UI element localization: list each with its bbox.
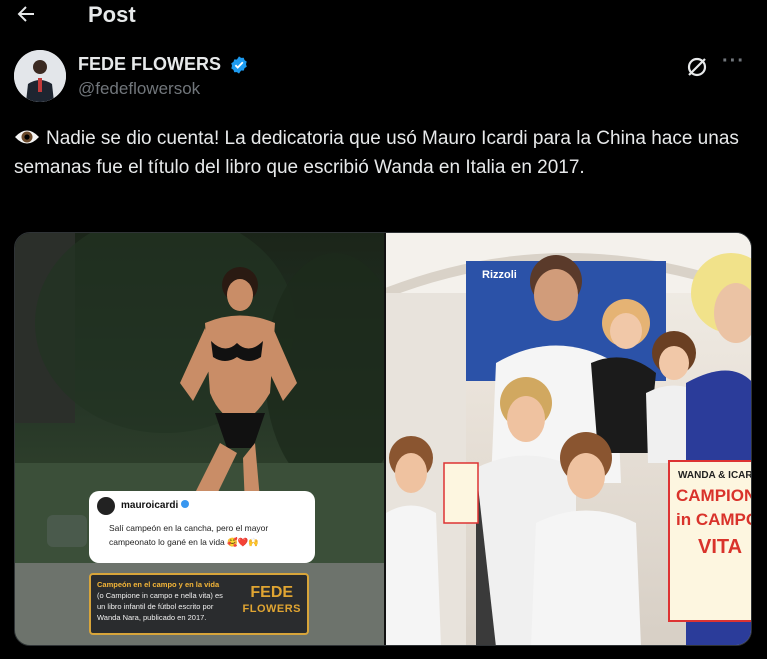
post-text: Nadie se dio cuenta! La dedicatoria que … xyxy=(14,128,739,178)
avatar[interactable] xyxy=(14,50,66,102)
ig-verified-icon xyxy=(181,500,190,508)
caption-text: Campeón en el campo y en la vida (o Camp… xyxy=(97,579,227,623)
more-icon: ··· xyxy=(722,50,745,72)
rizzoli-sign: Rizzoli xyxy=(482,269,517,281)
ig-avatar xyxy=(97,497,115,515)
ig-comment-text: Salí campeón en la cancha, pero el mayor… xyxy=(109,523,269,547)
author-handle[interactable]: @fedeflowersok xyxy=(78,79,249,99)
page-title: Post xyxy=(88,2,136,27)
book-author-line: WANDA & ICARDI xyxy=(678,470,752,481)
grok-button[interactable] xyxy=(684,54,710,80)
arrow-left-icon xyxy=(17,6,34,22)
image-caption-card: Campeón en el campo y en la vida (o Camp… xyxy=(89,573,309,635)
post-media[interactable]: mauroicardi Salí campeón en la cancha, p… xyxy=(14,232,752,646)
author-display-name[interactable]: FEDE FLOWERS xyxy=(78,54,221,75)
book-title-sub: in CAMPO xyxy=(676,510,752,529)
eye-emoji-icon xyxy=(15,130,39,144)
top-bar: Post xyxy=(0,0,767,30)
media-image-left[interactable]: mauroicardi Salí campeón en la cancha, p… xyxy=(15,233,384,645)
grok-icon xyxy=(687,57,707,77)
post-author: FEDE FLOWERS @fedeflowersok ··· xyxy=(14,50,754,106)
family-photo: Rizzoli WANDA & ICAR CAMPIO in CAMPO VIT… xyxy=(386,233,752,645)
back-button[interactable] xyxy=(14,2,42,28)
watermark-logo: FEDE FLOWERS xyxy=(242,584,301,616)
verified-badge-icon xyxy=(231,55,248,74)
media-image-right[interactable]: Rizzoli WANDA & ICAR CAMPIO in CAMPO VIT… xyxy=(386,233,752,645)
ig-username: mauroicardi xyxy=(121,500,190,511)
post-body: Nadie se dio cuenta! La dedicatoria que … xyxy=(14,124,744,182)
author-names: FEDE FLOWERS @fedeflowersok xyxy=(78,54,249,99)
instagram-comment-card: mauroicardi Salí campeón en la cancha, p… xyxy=(89,491,315,563)
book-title-end: VITA xyxy=(698,536,742,558)
caption-rest: (o Campione in campo e nella vita) es un… xyxy=(97,591,223,622)
book-title-main: CAMPIONE xyxy=(676,486,752,505)
caption-highlight: Campeón en el campo y en la vida xyxy=(97,580,220,589)
more-options-button[interactable]: ··· xyxy=(722,50,748,76)
